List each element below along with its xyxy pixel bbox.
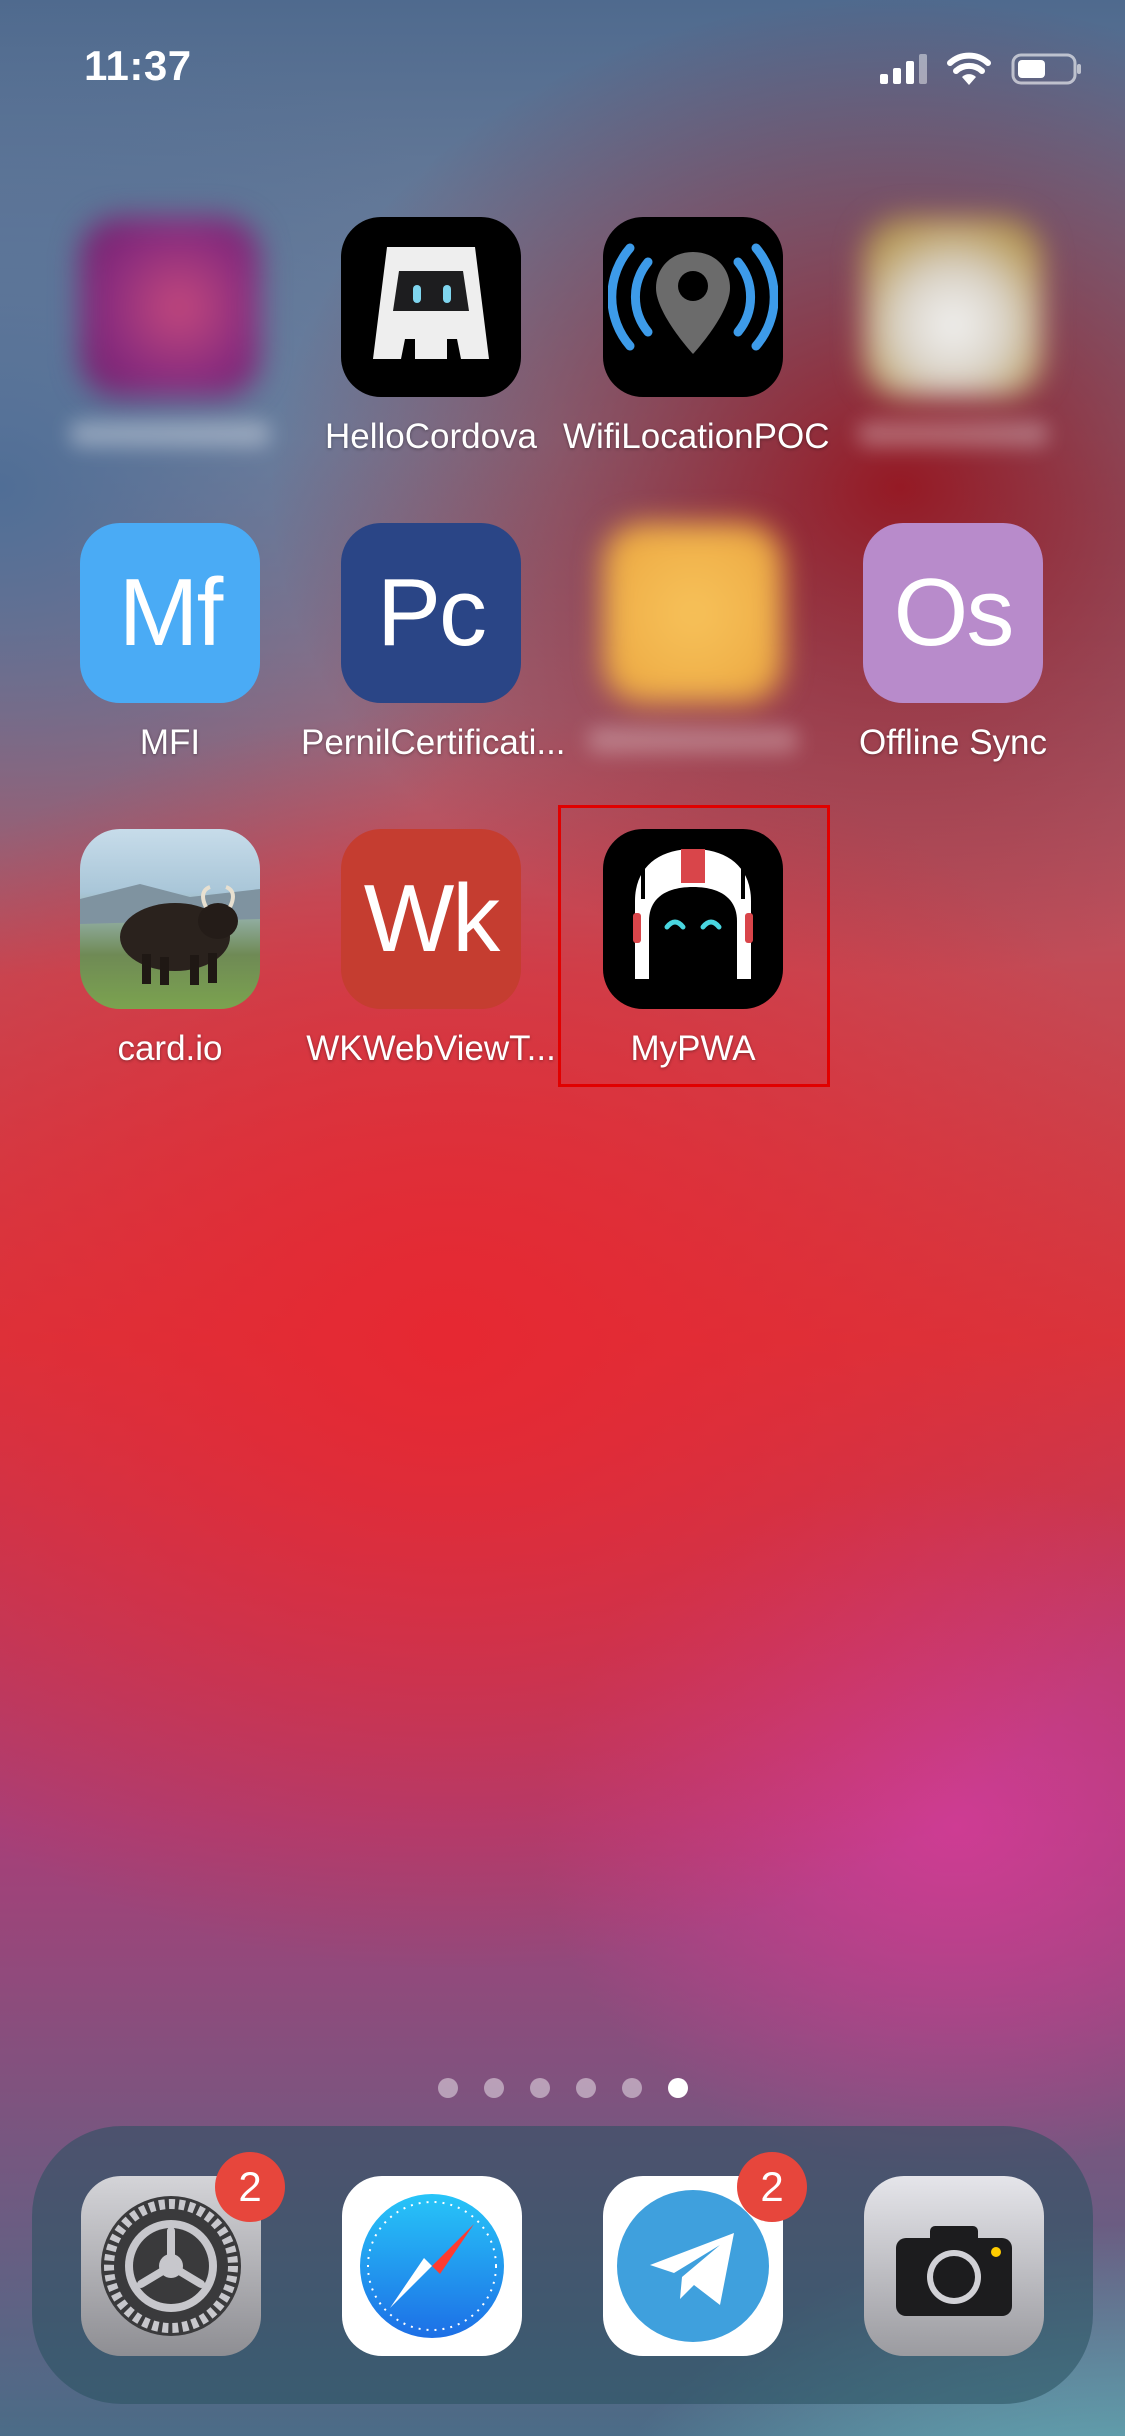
page-dot[interactable] <box>575 2078 596 2098</box>
app-label: WifiLocationPOC <box>563 417 830 456</box>
page-dot[interactable] <box>483 2078 504 2098</box>
blurred-app-2[interactable] <box>823 217 1083 447</box>
highlight-box <box>558 805 830 1087</box>
cellular-signal-icon <box>880 54 927 84</box>
blurred-app-label <box>588 727 798 753</box>
page-dot[interactable] <box>437 2078 458 2098</box>
app-wkwebview[interactable]: Wk WKWebViewT... <box>301 829 561 1069</box>
cordova-icon <box>341 217 521 397</box>
safari-compass-icon <box>342 2176 522 2356</box>
app-wifilocationpoc[interactable]: WifiLocationPOC <box>563 217 830 457</box>
page-dot-active[interactable] <box>667 2078 688 2098</box>
app-label: PernilCertificati... <box>301 723 566 762</box>
page-dot[interactable] <box>621 2078 642 2098</box>
blurred-app-3[interactable] <box>563 523 823 753</box>
mf-letter-icon: Mf <box>80 523 260 703</box>
app-hellocordova[interactable]: HelloCordova <box>301 217 561 457</box>
status-bar: 11:37 <box>0 0 1125 130</box>
notification-badge: 2 <box>737 2152 807 2222</box>
location-pin-icon <box>603 217 783 397</box>
status-icons <box>880 52 1083 86</box>
blurred-app-icon <box>80 217 260 397</box>
app-label: MFI <box>139 723 201 762</box>
app-label: card.io <box>117 1029 223 1068</box>
pc-letter-icon: Pc <box>341 523 521 703</box>
page-indicator[interactable] <box>0 2078 1125 2098</box>
app-label: WKWebViewT... <box>306 1029 556 1068</box>
wk-letter-icon: Wk <box>341 829 521 1009</box>
dock-app-settings[interactable]: 2 <box>81 2152 285 2356</box>
app-card-io[interactable]: card.io <box>40 829 300 1069</box>
app-pernilcertification[interactable]: Pc PernilCertificati... <box>301 523 566 763</box>
app-label: HelloCordova <box>324 417 538 456</box>
notification-badge: 2 <box>215 2152 285 2222</box>
dock-app-telegram[interactable]: 2 <box>603 2152 807 2356</box>
page-dot[interactable] <box>529 2078 550 2098</box>
yak-photo-icon <box>80 829 260 1009</box>
status-time: 11:37 <box>84 42 192 89</box>
blurred-app-label <box>858 421 1048 447</box>
dock-app-camera[interactable] <box>864 2176 1044 2356</box>
blurred-app-1[interactable] <box>40 217 300 447</box>
blurred-app-icon <box>863 217 1043 397</box>
dock-app-safari[interactable] <box>342 2176 522 2356</box>
camera-icon <box>864 2176 1044 2356</box>
app-label: Offline Sync <box>858 723 1048 762</box>
wifi-icon <box>947 52 991 85</box>
battery-icon <box>1011 53 1081 85</box>
blurred-app-label <box>70 421 270 447</box>
app-offline-sync[interactable]: Os Offline Sync <box>823 523 1083 763</box>
os-letter-icon: Os <box>863 523 1043 703</box>
blurred-app-icon <box>603 523 783 703</box>
app-mfi[interactable]: Mf MFI <box>40 523 300 763</box>
